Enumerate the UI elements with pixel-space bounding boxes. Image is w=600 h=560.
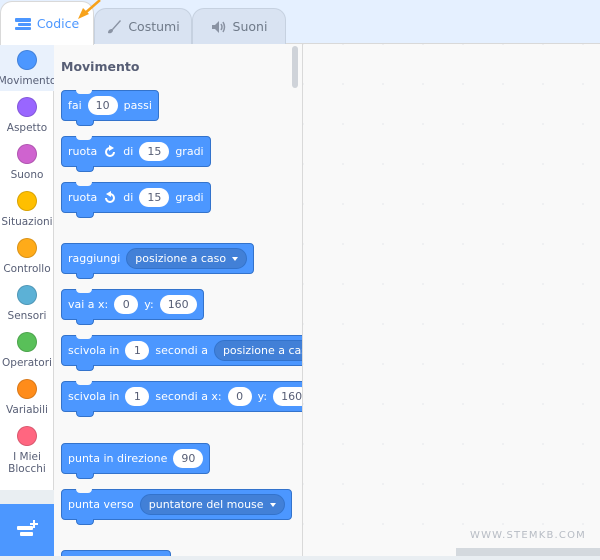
block-text: secondi a x: (155, 390, 222, 403)
workspace-scrollbar[interactable] (456, 548, 600, 556)
category-dot-icon (17, 191, 37, 211)
block-palette: Movimento fai 10 passi ruota di 15 gradi… (54, 44, 302, 556)
block-glide-xy[interactable]: scivola in 1 secondi a x: 0 y: 160 (61, 381, 302, 417)
block-text: gradi (175, 191, 204, 204)
block-text: di (123, 145, 134, 158)
block-text: passi (123, 99, 152, 112)
degrees-input[interactable]: 15 (139, 142, 170, 161)
block-goto[interactable]: raggiungi posizione a caso (61, 243, 255, 279)
block-text: di (123, 191, 134, 204)
block-text: secondi a (155, 344, 208, 357)
category-motion[interactable]: Movimento (0, 44, 57, 91)
block-turn-right[interactable]: ruota di 15 gradi (61, 136, 211, 172)
category-events[interactable]: Situazioni (0, 185, 54, 232)
block-text: punta in direzione (68, 452, 168, 465)
tab-sounds[interactable]: Suoni (192, 8, 286, 44)
block-partial[interactable] (61, 550, 171, 556)
category-dot-icon (17, 285, 37, 305)
script-workspace[interactable] (302, 44, 600, 556)
degrees-input[interactable]: 15 (139, 188, 170, 207)
category-dot-icon (17, 97, 37, 117)
tab-costumes[interactable]: Costumi (94, 8, 192, 44)
block-text: scivola in (68, 390, 120, 403)
category-label: Sensori (7, 310, 47, 322)
block-text: vai a x: (68, 298, 109, 311)
tab-costumes-label: Costumi (128, 19, 180, 34)
rotate-right-icon (103, 144, 117, 159)
block-goto-xy[interactable]: vai a x: 0 y: 160 (61, 289, 204, 325)
block-glide-random[interactable]: scivola in 1 secondi a posizione a caso (61, 335, 302, 371)
rotate-left-icon (103, 190, 117, 205)
block-text: raggiungi (68, 252, 121, 265)
category-dot-icon (17, 238, 37, 258)
category-label: Controllo (3, 263, 51, 275)
dropdown-value: posizione a caso (222, 344, 302, 357)
brush-icon (106, 19, 122, 35)
seconds-input[interactable]: 1 (125, 341, 150, 360)
category-menu: Movimento Aspetto Suono Situazioni Contr… (0, 44, 57, 498)
x-input[interactable]: 0 (227, 387, 252, 406)
category-dot-icon (17, 144, 37, 164)
category-dot-icon (17, 50, 37, 70)
block-text: y: (144, 298, 154, 311)
goto-target-dropdown[interactable]: posizione a caso (126, 248, 248, 269)
palette-scrollbar[interactable] (292, 46, 298, 88)
direction-input[interactable]: 90 (173, 449, 204, 468)
y-input[interactable]: 160 (159, 295, 197, 314)
steps-input[interactable]: 10 (87, 96, 118, 115)
block-text: ruota (68, 145, 98, 158)
category-label: Situazioni (1, 216, 53, 228)
dropdown-value: puntatore del mouse (148, 498, 264, 511)
category-dot-icon (17, 379, 37, 399)
category-my-blocks[interactable]: I Miei Blocchi (0, 420, 54, 480)
category-operators[interactable]: Operatori (0, 326, 54, 373)
category-sound[interactable]: Suono (0, 138, 54, 185)
category-sensing[interactable]: Sensori (0, 279, 54, 326)
category-label: Movimento (0, 75, 57, 87)
point-target-dropdown[interactable]: puntatore del mouse (139, 494, 285, 515)
chevron-down-icon (269, 502, 276, 507)
add-extension-icon (17, 520, 38, 536)
block-point-towards[interactable]: punta verso puntatore del mouse (61, 489, 292, 525)
block-text: ruota (68, 191, 98, 204)
category-label: Variabili (6, 404, 48, 416)
glide-target-dropdown[interactable]: posizione a caso (213, 340, 302, 361)
block-turn-left[interactable]: ruota di 15 gradi (61, 182, 211, 218)
category-dot-icon (17, 332, 37, 352)
palette-section-title: Movimento (61, 59, 140, 74)
add-extension-button[interactable] (0, 504, 54, 556)
block-text: fai (68, 99, 82, 112)
x-input[interactable]: 0 (114, 295, 139, 314)
category-variables[interactable]: Variabili (0, 373, 54, 420)
category-label: Aspetto (6, 122, 48, 134)
tab-sounds-label: Suoni (232, 19, 268, 34)
block-text: y: (257, 390, 268, 403)
dropdown-value: posizione a caso (135, 252, 227, 265)
category-label-line2: Blocchi (8, 463, 46, 475)
category-label-line1: I Miei (13, 451, 41, 463)
seconds-input[interactable]: 1 (125, 387, 150, 406)
block-text: punta verso (68, 498, 134, 511)
speaker-icon (211, 20, 227, 34)
block-text: gradi (175, 145, 204, 158)
category-dot-icon (17, 426, 37, 446)
category-looks[interactable]: Aspetto (0, 91, 54, 138)
pointer-arrow-icon (78, 0, 101, 19)
category-label: Suono (10, 169, 44, 181)
block-move-steps[interactable]: fai 10 passi (61, 90, 159, 126)
watermark: WWW.STEMKB.COM (470, 530, 586, 541)
block-point-direction[interactable]: punta in direzione 90 (61, 443, 211, 479)
y-input[interactable]: 160 (273, 387, 302, 406)
code-icon (14, 17, 31, 30)
category-control[interactable]: Controllo (0, 232, 54, 279)
category-divider (0, 490, 54, 504)
category-label: Operatori (2, 357, 52, 369)
block-text: scivola in (68, 344, 120, 357)
chevron-down-icon (232, 256, 239, 261)
